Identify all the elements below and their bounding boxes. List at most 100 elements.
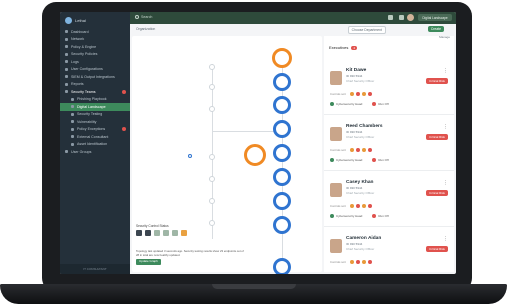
topology-node[interactable] (273, 144, 291, 162)
status-dot-icon (372, 214, 377, 219)
sidebar-nav: Dashboard Network Policy & Engine Security … (60, 28, 130, 156)
rating-dot-icon (367, 92, 372, 96)
status-b: Run Off (372, 158, 389, 163)
manage-link[interactable]: Manage (439, 35, 450, 39)
executive-name: Casey Khan (346, 180, 374, 185)
more-icon[interactable]: ⋮ (443, 180, 448, 186)
sidebar-item[interactable]: SIEM & Output Integrations (60, 73, 130, 81)
topology-node[interactable] (273, 192, 291, 210)
topology-node[interactable] (273, 73, 291, 91)
sidebar-item[interactable]: Policy & Engine (60, 43, 130, 51)
search-box[interactable]: Search (135, 15, 152, 19)
avatar[interactable] (330, 71, 342, 85)
topology-node[interactable] (209, 154, 215, 160)
topology-canvas[interactable]: Security Control Status Topology last up… (132, 36, 322, 274)
avatar[interactable] (330, 239, 342, 253)
brand[interactable]: Lethal (65, 17, 86, 24)
rating-dot-icon (349, 148, 354, 152)
nav-icon (65, 37, 68, 41)
legend: Security Control Status (136, 224, 187, 236)
more-icon[interactable]: ⋮ (443, 124, 448, 130)
brand-logo-icon (65, 17, 72, 24)
page-context-button[interactable]: Digital Landscape (418, 14, 452, 21)
alert-dot-icon (122, 89, 126, 94)
executive-card[interactable]: Casey Khan ID 930 5944 Chief Security Offi… (324, 176, 454, 227)
status-a-label: Cybersecurity Head (336, 102, 363, 106)
topology-node[interactable] (273, 120, 291, 138)
sidebar-item-label: Security Teams (71, 89, 96, 94)
executive-name: Reed Chambers (346, 124, 383, 129)
search-label: Search (141, 15, 153, 19)
executive-role: Chief Security Officer (346, 135, 375, 139)
sidebar-item[interactable]: Reports (60, 81, 130, 89)
rating-dot-icon (355, 92, 360, 96)
sidebar-item[interactable]: Asset Identification (60, 141, 130, 149)
nav-icon (65, 60, 68, 64)
sidebar-item-label: Security Testing (77, 112, 103, 117)
executive-card[interactable]: Cameron Aidan ID 930 5944 Chief Security O… (324, 232, 454, 274)
avatar[interactable] (330, 127, 342, 141)
topology-node[interactable] (209, 220, 215, 226)
sidebar-footer[interactable]: IT CONSULTANT (60, 264, 130, 274)
create-button[interactable]: Create (427, 26, 444, 32)
topology-node[interactable] (273, 96, 291, 114)
topology-node[interactable] (209, 84, 215, 90)
bell-icon[interactable] (388, 15, 393, 20)
more-icon[interactable]: ⋮ (443, 68, 448, 74)
rating-label: Controls sort (330, 260, 346, 264)
update-graph-button[interactable]: Update Graph (136, 259, 161, 265)
legend-swatches (136, 230, 187, 236)
avatar[interactable] (330, 183, 342, 197)
sidebar-item[interactable]: Network (60, 36, 130, 44)
app-screen: Lethal Dashboard Network Policy & Engine Se… (60, 12, 456, 274)
executive-id: ID 930 5944 (346, 186, 363, 190)
sidebar-item-label: External Consultant (77, 134, 109, 139)
executive-card[interactable]: Reed Chambers ID 930 5944 Chief Security O… (324, 120, 454, 171)
sidebar-item[interactable]: External Consultant (60, 133, 130, 141)
panel-title: Executives (329, 45, 349, 50)
legend-swatch[interactable] (181, 230, 187, 236)
topology-node[interactable] (244, 144, 266, 166)
legend-swatch[interactable] (154, 230, 160, 236)
settings-icon[interactable] (399, 15, 404, 20)
topology-node[interactable] (272, 48, 292, 68)
sidebar-item-label: Network (71, 37, 85, 42)
sidebar-item[interactable]: Dashboard (60, 28, 130, 36)
legend-swatch[interactable] (136, 230, 142, 236)
sidebar-item[interactable]: Policy Exceptions (60, 126, 130, 134)
more-icon[interactable]: ⋮ (443, 236, 448, 242)
topology-node[interactable] (273, 216, 291, 234)
nav-icon (65, 150, 68, 154)
sidebar-item[interactable]: Digital Landscape (60, 103, 130, 111)
sidebar-item[interactable]: Logs (60, 58, 130, 66)
legend-swatch[interactable] (145, 230, 151, 236)
executive-name: Kit Dawe (346, 68, 367, 73)
executive-card[interactable]: Kit Dawe ID 930 5944 Chief Security Office… (324, 64, 454, 115)
topology-node[interactable] (209, 198, 215, 204)
sidebar-item[interactable]: User Groups (60, 148, 130, 156)
sidebar-item[interactable]: Security Testing (60, 111, 130, 119)
sidebar-item[interactable]: Phishing Playbook (60, 96, 130, 104)
topology-node[interactable] (209, 176, 215, 182)
topology-node[interactable] (209, 106, 215, 112)
department-select[interactable]: Choose Department (347, 26, 386, 34)
topology-node[interactable] (209, 64, 215, 70)
status-dot-icon (330, 158, 334, 163)
legend-swatch[interactable] (163, 230, 169, 236)
sidebar-item[interactable]: Security Policies (60, 51, 130, 59)
rating-dot-icon (367, 148, 372, 152)
topology-node[interactable] (188, 154, 192, 158)
nav-icon (71, 142, 74, 146)
user-avatar[interactable] (407, 14, 414, 21)
topology-node[interactable] (273, 168, 291, 186)
executive-id: ID 930 5944 (346, 130, 363, 134)
rating-dot-icon (355, 204, 360, 208)
rating-dot-icon (355, 260, 360, 264)
topology-node[interactable] (273, 258, 291, 274)
sidebar-item[interactable]: Security Teams (60, 88, 130, 96)
sidebar-item[interactable]: Vulnerability (60, 118, 130, 126)
sidebar-item[interactable]: User Configurations (60, 66, 130, 74)
risk-tag: Critical Risk (426, 78, 448, 84)
sidebar-item-label: SIEM & Output Integrations (71, 74, 115, 79)
legend-swatch[interactable] (172, 230, 178, 236)
